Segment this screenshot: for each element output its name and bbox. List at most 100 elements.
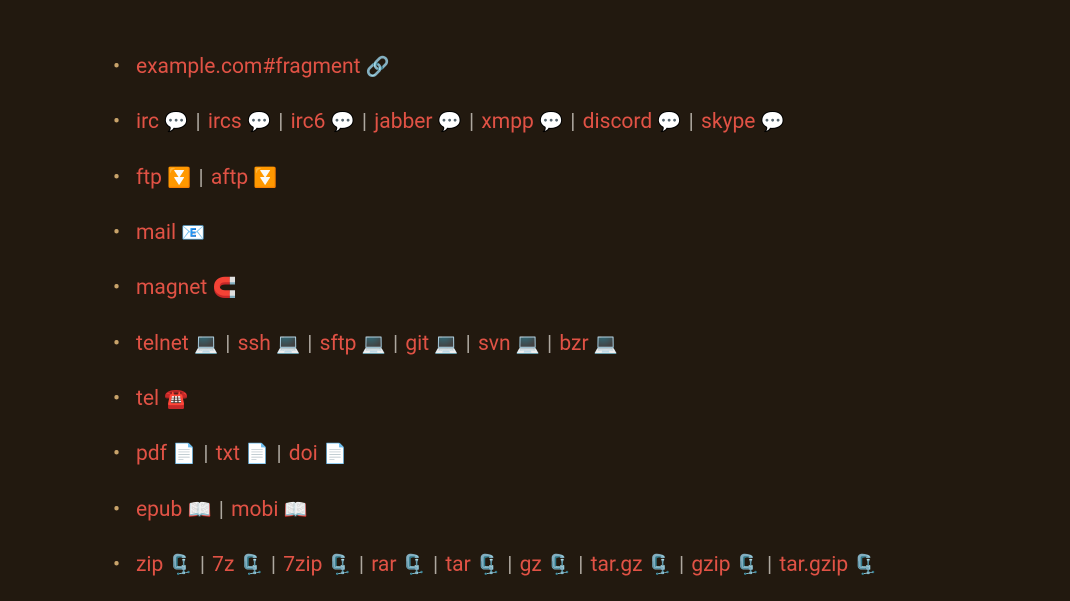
link-label: tel: [136, 387, 159, 411]
link-tar-gzip[interactable]: tar.gzip 🗜️: [779, 553, 877, 577]
link-magnet[interactable]: magnet 🧲: [136, 276, 237, 300]
clamp-icon: 🗜️: [648, 553, 672, 576]
link-label: ssh: [238, 332, 271, 356]
link-example-com-fragment[interactable]: example.com#fragment 🔗: [136, 55, 390, 79]
laptop-icon: 💻: [594, 332, 618, 355]
link-doi[interactable]: doi 📄: [289, 442, 347, 466]
doc-icon: 📄: [172, 442, 196, 465]
link-label: irc6: [291, 110, 326, 134]
link-ssh[interactable]: ssh 💻: [238, 332, 301, 356]
separator: |: [276, 110, 285, 134]
link-skype[interactable]: skype 💬: [701, 110, 785, 134]
doc-icon: 📄: [323, 442, 347, 465]
download-icon: ⏬: [253, 166, 277, 189]
doc-icon: 📄: [245, 442, 269, 465]
link-label: irc: [136, 110, 159, 134]
link-pdf[interactable]: pdf 📄: [136, 442, 196, 466]
link-gz[interactable]: gz 🗜️: [520, 553, 571, 577]
clamp-icon: 🗜️: [402, 553, 426, 576]
link-jabber[interactable]: jabber 💬: [374, 110, 462, 134]
link-tar-gz[interactable]: tar.gz 🗜️: [591, 553, 672, 577]
chat-icon: 💬: [331, 110, 355, 133]
link-icon: 🔗: [366, 55, 390, 78]
link-aftp[interactable]: aftp ⏬: [211, 166, 278, 190]
book-icon: 📖: [188, 498, 212, 521]
link-telnet[interactable]: telnet 💻: [136, 332, 218, 356]
link-txt[interactable]: txt 📄: [216, 442, 269, 466]
link-git[interactable]: git 💻: [405, 332, 458, 356]
separator: |: [223, 332, 232, 356]
list-item: mail 📧: [113, 219, 1070, 247]
link-bzr[interactable]: bzr 💻: [559, 332, 617, 356]
tel-icon: ☎️: [164, 387, 188, 410]
link-label: tar.gz: [591, 553, 643, 577]
laptop-icon: 💻: [516, 332, 540, 355]
separator: |: [576, 553, 585, 577]
link-label: example.com#fragment: [136, 55, 361, 79]
link-tar[interactable]: tar 🗜️: [445, 553, 500, 577]
link-label: rar: [371, 553, 396, 577]
separator: |: [568, 110, 577, 134]
separator: |: [505, 553, 514, 577]
link-7zip[interactable]: 7zip 🗜️: [283, 553, 351, 577]
link-irc6[interactable]: irc6 💬: [291, 110, 355, 134]
link-label: mobi: [231, 498, 278, 522]
link-ftp[interactable]: ftp ⏬: [136, 166, 191, 190]
link-label: zip: [136, 553, 163, 577]
link-label: xmpp: [481, 110, 533, 134]
separator: |: [201, 442, 210, 466]
list-item: magnet 🧲: [113, 274, 1070, 302]
link-gzip[interactable]: gzip 🗜️: [691, 553, 759, 577]
link-epub[interactable]: epub 📖: [136, 498, 212, 522]
list-item: zip 🗜️ | 7z 🗜️ | 7zip 🗜️ | rar 🗜️ | tar …: [113, 551, 1070, 579]
link-svn[interactable]: svn 💻: [478, 332, 540, 356]
link-7z[interactable]: 7z 🗜️: [212, 553, 264, 577]
chat-icon: 💬: [247, 110, 271, 133]
link-label: tar.gzip: [779, 553, 848, 577]
link-ircs[interactable]: ircs 💬: [208, 110, 271, 134]
link-tel[interactable]: tel ☎️: [136, 387, 188, 411]
separator: |: [274, 442, 283, 466]
link-label: bzr: [559, 332, 588, 356]
link-label: txt: [216, 442, 240, 466]
chat-icon: 💬: [657, 110, 681, 133]
link-mobi[interactable]: mobi 📖: [231, 498, 308, 522]
link-xmpp[interactable]: xmpp 💬: [481, 110, 563, 134]
separator: |: [687, 110, 696, 134]
link-label: magnet: [136, 276, 207, 300]
link-label: 7z: [212, 553, 234, 577]
separator: |: [391, 332, 400, 356]
clamp-icon: 🗜️: [547, 553, 571, 576]
link-zip[interactable]: zip 🗜️: [136, 553, 193, 577]
separator: |: [217, 498, 226, 522]
clamp-icon: 🗜️: [328, 553, 352, 576]
mail-icon: 📧: [181, 221, 205, 244]
separator: |: [545, 332, 554, 356]
link-irc[interactable]: irc 💬: [136, 110, 188, 134]
clamp-icon: 🗜️: [853, 553, 877, 576]
magnet-icon: 🧲: [212, 276, 236, 299]
link-type-list: example.com#fragment 🔗 irc 💬 | ircs 💬 | i…: [0, 0, 1070, 579]
laptop-icon: 💻: [276, 332, 300, 355]
chat-icon: 💬: [164, 110, 188, 133]
laptop-icon: 💻: [362, 332, 386, 355]
link-label: aftp: [211, 166, 248, 190]
link-label: epub: [136, 498, 182, 522]
link-label: mail: [136, 221, 176, 245]
link-mail[interactable]: mail 📧: [136, 221, 205, 245]
link-rar[interactable]: rar 🗜️: [371, 553, 426, 577]
link-label: skype: [701, 110, 755, 134]
link-label: gz: [520, 553, 542, 577]
list-item: example.com#fragment 🔗: [113, 53, 1070, 81]
separator: |: [431, 553, 440, 577]
list-item: tel ☎️: [113, 385, 1070, 413]
separator: |: [467, 110, 476, 134]
clamp-icon: 🗜️: [169, 553, 193, 576]
list-item: irc 💬 | ircs 💬 | irc6 💬 | jabber 💬 | xmp…: [113, 108, 1070, 136]
link-sftp[interactable]: sftp 💻: [320, 332, 386, 356]
separator: |: [464, 332, 473, 356]
separator: |: [198, 553, 207, 577]
chat-icon: 💬: [761, 110, 785, 133]
separator: |: [305, 332, 314, 356]
link-discord[interactable]: discord 💬: [583, 110, 682, 134]
